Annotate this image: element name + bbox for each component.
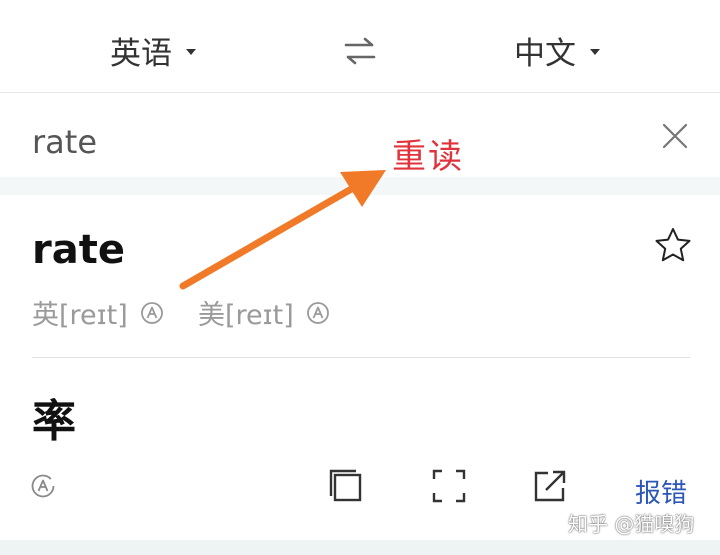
watermark: 知乎 @猫嗅狗 — [568, 512, 695, 536]
phonetic-us-text: 美[reɪt] — [198, 300, 294, 331]
headword: rate — [32, 227, 125, 273]
fullscreen-icon[interactable] — [431, 468, 467, 504]
section-gap — [0, 177, 720, 195]
query-text[interactable]: rate — [32, 123, 97, 161]
close-icon[interactable] — [660, 121, 690, 151]
phonetic-uk-text: 英[reɪt] — [32, 300, 128, 331]
phonetic-us: 美[reɪt] — [198, 293, 330, 332]
result-card: rate 英[reɪt] 美[reɪt] 率 报错 知乎 @猫嗅狗 — [0, 195, 720, 540]
target-language-selector[interactable]: 中文 — [514, 28, 600, 72]
target-language-label: 中文 — [514, 35, 576, 72]
copy-icon[interactable] — [328, 468, 364, 504]
source-language-selector[interactable]: 英语 — [110, 28, 196, 72]
swap-arrows-icon[interactable] — [343, 36, 377, 66]
audio-play-icon[interactable] — [30, 473, 56, 499]
bottom-band — [0, 540, 720, 555]
phonetic-uk: 英[reɪt] — [32, 293, 164, 332]
query-input-area[interactable]: rate 重读 — [0, 93, 720, 177]
stress-annotation: 重读 — [392, 137, 464, 177]
audio-play-icon[interactable] — [140, 301, 164, 325]
translation-text: 率 — [32, 396, 76, 447]
source-language-label: 英语 — [110, 35, 172, 72]
divider — [32, 357, 690, 358]
chevron-down-icon — [186, 49, 196, 55]
language-bar: 英语 中文 — [0, 0, 720, 93]
report-error-link[interactable]: 报错 — [635, 473, 687, 510]
audio-play-icon[interactable] — [306, 301, 330, 325]
share-icon[interactable] — [532, 468, 568, 504]
chevron-down-icon — [590, 49, 600, 55]
star-outline-icon[interactable] — [654, 227, 692, 263]
